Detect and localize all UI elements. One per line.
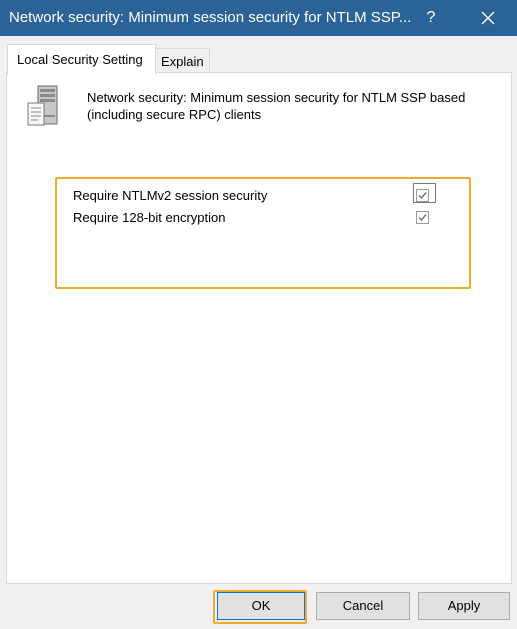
- encryption-128bit-checkbox[interactable]: [416, 211, 429, 224]
- tab-label: Explain: [161, 54, 204, 69]
- ok-highlight: [213, 590, 307, 624]
- checkmark-icon: [418, 192, 427, 199]
- cancel-button[interactable]: Cancel: [316, 592, 410, 620]
- option-128bit-label: Require 128-bit encryption: [73, 210, 226, 225]
- window-title: Network security: Minimum session securi…: [9, 9, 412, 26]
- server-icon: [27, 85, 58, 126]
- ntlmv2-checkbox[interactable]: [416, 189, 429, 202]
- apply-button[interactable]: Apply: [418, 592, 510, 620]
- tab-local-security-setting[interactable]: Local Security Setting: [7, 44, 156, 75]
- tab-explain[interactable]: Explain: [154, 48, 210, 73]
- close-icon: [481, 11, 495, 25]
- settings-panel: Network security: Minimum session securi…: [6, 72, 512, 584]
- options-list: Require NTLMv2 session security Require …: [55, 177, 471, 289]
- title-bar: Network security: Minimum session securi…: [0, 0, 517, 36]
- option-ntlmv2-label: Require NTLMv2 session security: [73, 188, 268, 203]
- tab-label: Local Security Setting: [17, 52, 143, 67]
- policy-description: Network security: Minimum session securi…: [87, 90, 466, 122]
- close-button[interactable]: [464, 0, 510, 36]
- help-button[interactable]: ?: [408, 0, 454, 36]
- checkmark-icon: [418, 214, 427, 221]
